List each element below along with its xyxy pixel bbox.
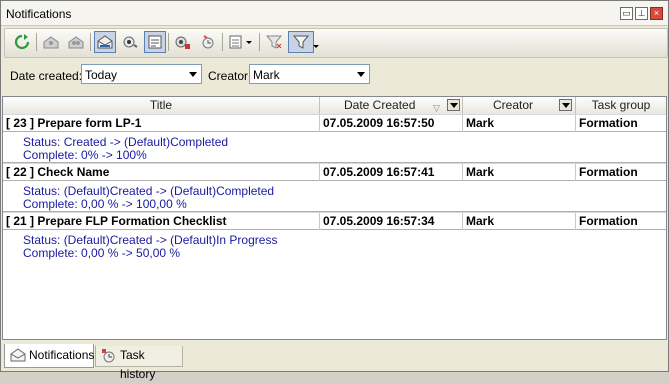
- row-preview: Status: (Default)Created -> (Default)Com…: [3, 181, 666, 212]
- show-envelope-icon[interactable]: [94, 31, 116, 53]
- date-created-label: Date created:: [10, 69, 83, 83]
- tab-label: Notifications: [29, 348, 95, 362]
- column-header-title[interactable]: Title: [3, 97, 320, 114]
- view-details-icon[interactable]: [119, 31, 141, 53]
- notifications-window: Notifications ▭ ⊥ × Date created: Today …: [0, 0, 669, 381]
- cell-task-group: Formation: [579, 214, 638, 228]
- table-row[interactable]: [ 21 ] Prepare FLP Formation Checklist 0…: [3, 212, 666, 230]
- cell-creator: Mark: [463, 164, 576, 181]
- grid-header: Title Date Created ▽ Creator Task group: [3, 97, 666, 115]
- tab-notifications[interactable]: Notifications: [4, 344, 94, 368]
- cell-date: 07.05.2009 16:57:34: [320, 213, 463, 230]
- cell-title: [ 23 ] Prepare form LP-1: [3, 115, 320, 132]
- table-row[interactable]: [ 22 ] Check Name 07.05.2009 16:57:41 Ma…: [3, 163, 666, 181]
- clear-filter-icon[interactable]: [263, 31, 285, 53]
- mark-read-icon[interactable]: [40, 31, 62, 53]
- filter-bar: Date created: Today Creator: Mark: [1, 59, 668, 93]
- cell-date: 07.05.2009 16:57:50: [320, 115, 463, 132]
- preview-status: Status: (Default)Created -> (Default)In …: [23, 233, 278, 247]
- window-title: Notifications: [6, 7, 72, 21]
- cell-title: [ 22 ] Check Name: [3, 164, 320, 181]
- history-icon[interactable]: [197, 31, 219, 53]
- envelope-icon: [10, 348, 26, 362]
- column-header-date-created[interactable]: Date Created ▽: [320, 97, 463, 114]
- chevron-down-icon: [357, 72, 365, 77]
- table-row[interactable]: [ 23 ] Prepare form LP-1 07.05.2009 16:5…: [3, 114, 666, 132]
- task-view-icon[interactable]: [172, 31, 194, 53]
- cell-creator: Mark: [463, 213, 576, 230]
- date-created-value: Today: [85, 68, 118, 82]
- row-preview: Status: Created -> (Default)Completed Co…: [3, 132, 666, 163]
- restore-button[interactable]: ▭: [620, 7, 633, 20]
- preview-complete: Complete: 0% -> 100%: [23, 148, 147, 162]
- cell-title: [ 21 ] Prepare FLP Formation Checklist: [3, 213, 320, 230]
- cell-date: 07.05.2009 16:57:41: [320, 164, 463, 181]
- chevron-down-icon: [189, 72, 197, 77]
- pin-button[interactable]: ⊥: [635, 7, 648, 20]
- preview-complete: Complete: 0,00 % -> 50,00 %: [23, 246, 181, 260]
- refresh-icon[interactable]: [11, 31, 33, 53]
- bottom-tabs: Notifications Task history: [1, 344, 668, 381]
- tab-task-history[interactable]: Task history: [95, 346, 183, 381]
- cell-task-group: Formation: [579, 116, 638, 130]
- row-preview: Status: (Default)Created -> (Default)In …: [3, 230, 666, 261]
- column-filter-dropdown[interactable]: [447, 99, 460, 111]
- cell-creator: Mark: [463, 115, 576, 132]
- history-icon: [102, 349, 115, 363]
- preview-status: Status: Created -> (Default)Completed: [23, 135, 229, 149]
- preview-pane-icon[interactable]: [144, 31, 166, 53]
- date-created-combo[interactable]: Today: [81, 64, 202, 84]
- notifications-grid: Title Date Created ▽ Creator Task group …: [2, 96, 667, 340]
- column-header-creator[interactable]: Creator: [463, 97, 576, 114]
- tab-label: Task history: [120, 348, 156, 381]
- close-button[interactable]: ×: [650, 7, 663, 20]
- mark-all-read-icon[interactable]: [65, 31, 87, 53]
- creator-combo[interactable]: Mark: [249, 64, 370, 84]
- cell-task-group: Formation: [579, 165, 638, 179]
- toolbar: [4, 28, 668, 58]
- column-filter-dropdown[interactable]: [559, 99, 572, 111]
- creator-value: Mark: [253, 68, 280, 82]
- filter-dropdown-icon[interactable]: [312, 31, 320, 53]
- columns-dropdown-icon[interactable]: [226, 31, 256, 53]
- title-bar: Notifications ▭ ⊥ ×: [1, 1, 668, 26]
- filter-icon[interactable]: [288, 31, 314, 53]
- column-header-task-group[interactable]: Task group: [576, 97, 666, 114]
- creator-label: Creator:: [208, 69, 252, 83]
- preview-complete: Complete: 0,00 % -> 100,00 %: [23, 197, 187, 211]
- preview-status: Status: (Default)Created -> (Default)Com…: [23, 184, 275, 198]
